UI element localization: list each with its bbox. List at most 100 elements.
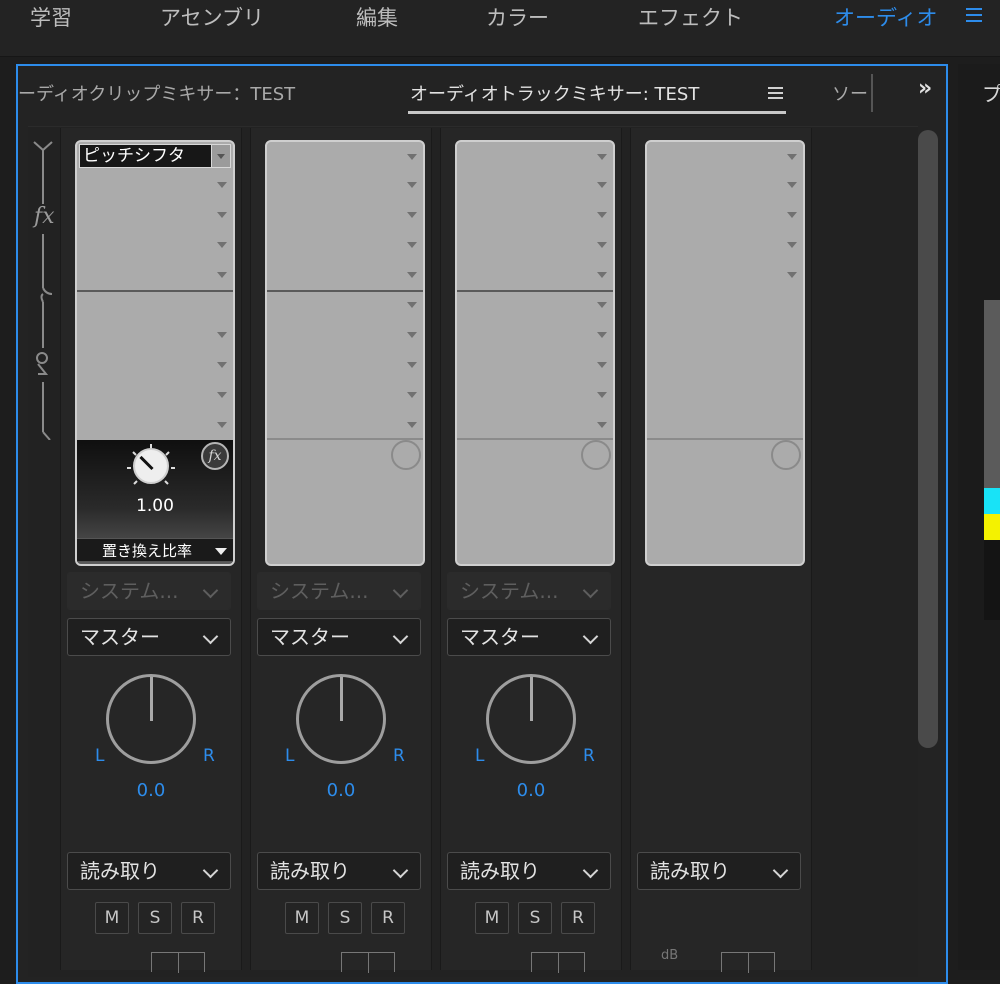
fx-icon[interactable]: fx	[34, 204, 55, 229]
send-slot[interactable]	[267, 410, 423, 440]
send-slot[interactable]	[457, 350, 613, 380]
pan-knob[interactable]	[106, 674, 196, 764]
effect-slot[interactable]	[457, 260, 613, 290]
send-slot[interactable]	[77, 350, 233, 380]
tab-overflow-icon[interactable]: »	[918, 76, 932, 101]
record-button[interactable]: R	[371, 902, 405, 934]
record-button[interactable]: R	[181, 902, 215, 934]
workspace-learning[interactable]: 学習	[30, 2, 72, 32]
effect-slot[interactable]	[267, 200, 423, 230]
effect-parameter-select[interactable]: 置き換え比率	[77, 538, 233, 562]
send-slot[interactable]	[457, 290, 613, 320]
input-select[interactable]: システム...	[257, 572, 421, 610]
effects-send-area	[645, 140, 805, 566]
effect-slot[interactable]	[77, 230, 233, 260]
automation-mode-select[interactable]: 読み取り	[257, 852, 421, 890]
triangle-down-icon	[407, 182, 417, 188]
automation-mode-label: 読み取り	[80, 859, 160, 883]
send-slot[interactable]	[457, 380, 613, 410]
effect-slot[interactable]	[647, 230, 803, 260]
meter-db-label: dB	[661, 948, 679, 963]
effect-slot[interactable]	[77, 260, 233, 290]
effect-slot[interactable]	[647, 142, 803, 172]
hamburger-icon[interactable]	[964, 4, 986, 26]
triangle-down-icon	[597, 422, 607, 428]
output-select[interactable]: マスター	[67, 618, 231, 656]
workspace-effects[interactable]: エフェクト	[638, 2, 743, 32]
output-select-label: マスター	[460, 625, 540, 649]
send-level-knob[interactable]	[581, 440, 611, 470]
effect-slot[interactable]	[457, 170, 613, 200]
effect-slot[interactable]	[457, 142, 613, 172]
level-meter	[721, 952, 775, 973]
workspace-color[interactable]: カラー	[486, 2, 549, 32]
send-slot[interactable]	[267, 290, 423, 320]
effects-send-area	[265, 140, 425, 566]
triangle-down-icon	[407, 422, 417, 428]
effect-slot[interactable]	[647, 170, 803, 200]
pan-knob[interactable]	[296, 674, 386, 764]
automation-mode-select[interactable]: 読み取り	[637, 852, 801, 890]
workspace-assembly[interactable]: アセンブリ	[160, 2, 264, 32]
effect-slot[interactable]	[77, 170, 233, 200]
fx-bypass-icon[interactable]: fx	[201, 442, 229, 470]
effect-parameter-knob[interactable]	[133, 448, 169, 484]
pan-value[interactable]: 0.0	[441, 780, 621, 801]
effect-parameter-panel: fx 1.00 置き換え比率	[77, 440, 233, 564]
panel-menu-icon[interactable]	[768, 86, 784, 100]
effect-slot[interactable]	[647, 260, 803, 290]
effect-slot[interactable]	[267, 260, 423, 290]
triangle-down-icon	[407, 392, 417, 398]
effect-dropdown-button[interactable]	[211, 145, 230, 167]
send-slot[interactable]	[457, 410, 613, 440]
output-select[interactable]: マスター	[257, 618, 421, 656]
solo-button[interactable]: S	[328, 902, 362, 934]
triangle-down-icon	[407, 212, 417, 218]
send-level-knob[interactable]	[771, 440, 801, 470]
record-button[interactable]: R	[561, 902, 595, 934]
tab-source[interactable]: ソー	[832, 80, 868, 106]
send-slot[interactable]	[267, 350, 423, 380]
automation-mode-select[interactable]: 読み取り	[67, 852, 231, 890]
pan-value[interactable]: 0.0	[61, 780, 241, 801]
tab-audio-track-mixer[interactable]: オーディオトラックミキサー: TEST	[410, 80, 699, 106]
workspace-audio[interactable]: オーディオ	[834, 2, 938, 32]
mute-button[interactable]: M	[285, 902, 319, 934]
send-slot[interactable]	[77, 380, 233, 410]
output-select-label: マスター	[270, 625, 350, 649]
effect-slot-1[interactable]: ピッチシフタ	[79, 144, 231, 168]
adjacent-panel-tab-label[interactable]: プ	[982, 78, 1000, 107]
tab-audio-clip-mixer[interactable]: ーディオクリップミキサー：TEST	[18, 80, 295, 106]
triangle-down-icon	[217, 154, 225, 159]
effect-slot[interactable]	[77, 200, 233, 230]
send-slot[interactable]	[77, 320, 233, 350]
automation-mode-select[interactable]: 読み取り	[447, 852, 611, 890]
effect-slot[interactable]	[267, 142, 423, 172]
input-select[interactable]: システム...	[447, 572, 611, 610]
send-slot[interactable]	[267, 320, 423, 350]
workspace-editing[interactable]: 編集	[356, 2, 398, 32]
effect-slot[interactable]	[457, 230, 613, 260]
effect-slot[interactable]	[267, 170, 423, 200]
send-slot[interactable]	[77, 410, 233, 440]
solo-button[interactable]: S	[518, 902, 552, 934]
output-select[interactable]: マスター	[447, 618, 611, 656]
mute-button[interactable]: M	[475, 902, 509, 934]
triangle-down-icon	[597, 392, 607, 398]
effects-send-area: ピッチシフタ fx 1.00 置き換え比率	[75, 140, 235, 566]
send-slot[interactable]	[457, 320, 613, 350]
send-slot[interactable]	[267, 380, 423, 410]
triangle-down-icon	[407, 242, 417, 248]
mute-button[interactable]: M	[95, 902, 129, 934]
collapse-bracket-icon[interactable]	[24, 130, 58, 441]
send-level-knob[interactable]	[391, 440, 421, 470]
pan-knob[interactable]	[486, 674, 576, 764]
input-select[interactable]: システム...	[67, 572, 231, 610]
effect-slot[interactable]	[647, 200, 803, 230]
output-select-label: マスター	[80, 625, 160, 649]
solo-button[interactable]: S	[138, 902, 172, 934]
effect-slot[interactable]	[267, 230, 423, 260]
effect-slot[interactable]	[457, 200, 613, 230]
pan-value[interactable]: 0.0	[251, 780, 431, 801]
vertical-scrollbar[interactable]	[918, 130, 938, 748]
